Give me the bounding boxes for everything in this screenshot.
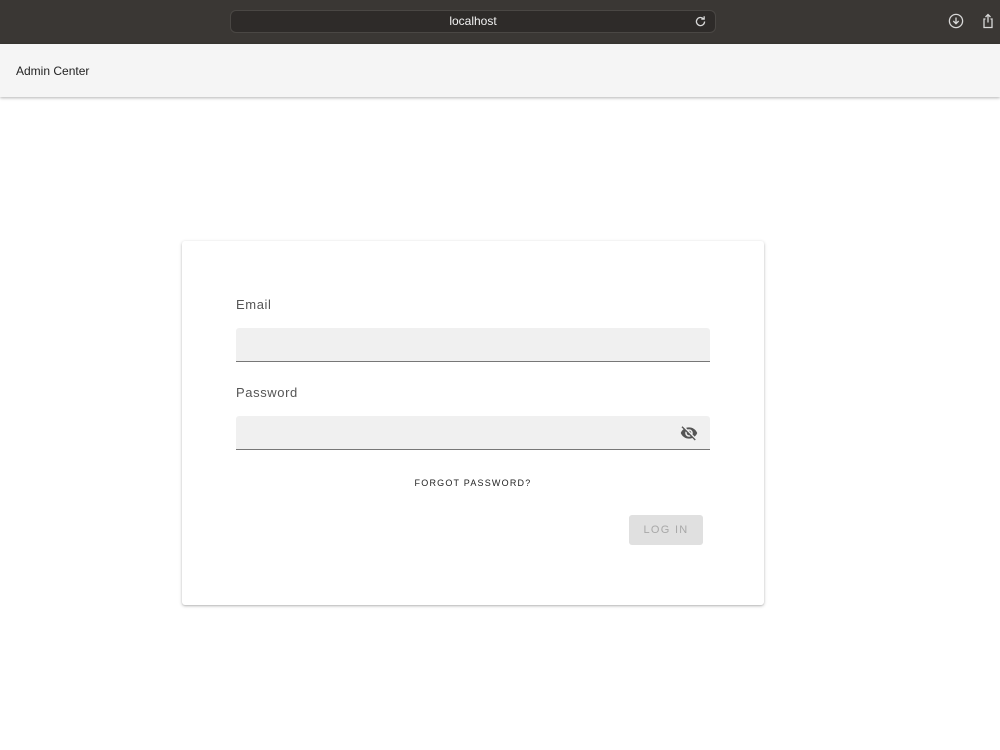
app-header: Admin Center [0,44,1000,97]
login-button[interactable]: LOG IN [629,515,703,545]
login-card: Email Password FORGOT PASSWORD? LOG IN [182,241,764,605]
address-bar[interactable]: localhost [230,10,716,33]
url-text: localhost [449,14,497,28]
forgot-password-link[interactable]: FORGOT PASSWORD? [182,478,764,488]
browser-toolbar: localhost [0,0,1000,44]
download-icon[interactable] [948,13,964,29]
app-title: Admin Center [16,64,90,78]
email-input[interactable] [236,328,710,362]
eye-off-icon[interactable] [679,424,699,442]
password-label: Password [236,385,298,400]
reload-icon[interactable] [694,15,707,28]
password-input[interactable] [236,416,710,450]
email-label: Email [236,297,272,312]
share-icon[interactable] [980,13,996,29]
